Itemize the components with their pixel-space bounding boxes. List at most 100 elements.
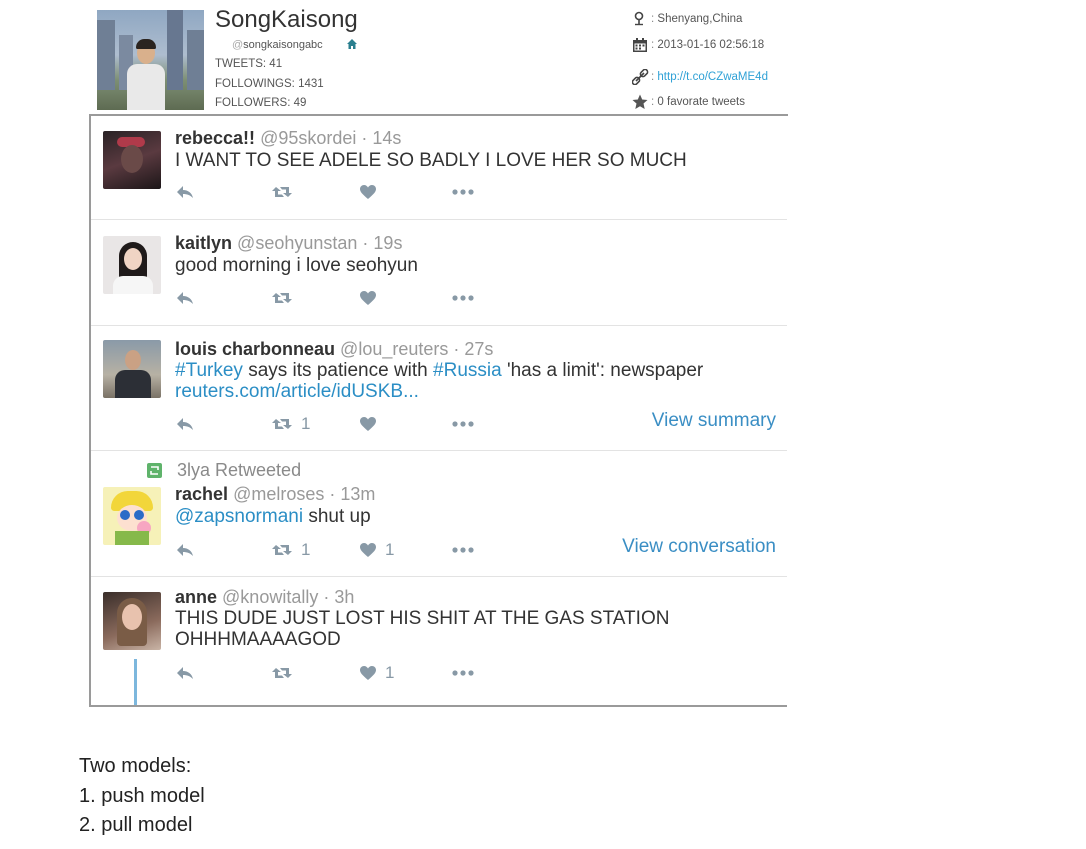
profile-avatar[interactable] <box>97 10 204 110</box>
tweet-author-handle[interactable]: @lou_reuters <box>340 339 448 359</box>
tweet-text: #Turkey says its patience with #Russia '… <box>175 360 703 381</box>
notes-block: Two models: 1. push model 2. pull model <box>79 752 205 841</box>
colon: : <box>651 71 655 84</box>
tweet-timestamp[interactable]: · 3h <box>323 587 354 607</box>
more-button[interactable] <box>451 663 475 683</box>
profile-handle-text: songkaisongabc <box>243 39 323 51</box>
tweet-avatar[interactable] <box>103 131 161 189</box>
tweet-item[interactable]: rebecca!! @95skordei · 14s I WANT TO SEE… <box>91 116 787 220</box>
like-count: 1 <box>385 663 395 682</box>
mention-link[interactable]: @zapsnormani <box>175 506 303 527</box>
more-button[interactable] <box>451 540 475 560</box>
favorites-row: : 0 favorate tweets <box>632 94 745 110</box>
tweet-timestamp[interactable]: · 27s <box>453 339 493 359</box>
reply-button[interactable] <box>175 414 195 434</box>
tweet-author-handle[interactable]: @95skordei <box>260 128 356 148</box>
hashtag-link[interactable]: #Russia <box>433 360 502 381</box>
followers-count: FOLLOWERS: 49 <box>215 97 307 109</box>
view-conversation-link[interactable]: View conversation <box>622 536 776 558</box>
tweet-author-name[interactable]: louis charbonneau <box>175 339 335 359</box>
retweet-icon <box>272 293 292 303</box>
colon: : <box>651 13 655 26</box>
retweet-button[interactable] <box>271 182 293 202</box>
tweet-item[interactable]: louis charbonneau @lou_reuters · 27s #Tu… <box>91 326 787 451</box>
location-row: : Shenyang,China <box>632 11 742 27</box>
tweet-author-handle[interactable]: @knowitally <box>222 587 318 607</box>
like-button[interactable]: 1 <box>359 663 394 683</box>
view-summary-link[interactable]: View summary <box>652 410 776 432</box>
tweet-avatar[interactable] <box>103 592 161 650</box>
tweet-text-part: 'has a limit': newspaper <box>501 360 704 381</box>
calendar-icon <box>633 38 647 52</box>
like-count: 1 <box>385 540 395 559</box>
retweet-icon <box>272 187 292 197</box>
more-button[interactable] <box>451 288 475 308</box>
more-button[interactable] <box>451 414 475 434</box>
like-button[interactable] <box>359 288 377 308</box>
tweet-author-name[interactable]: rebecca!! <box>175 128 255 148</box>
hashtag-link[interactable]: #Turkey <box>175 360 243 381</box>
link-row: : http://t.co/CZwaME4d <box>632 69 768 85</box>
tweet-actions <box>175 182 775 204</box>
retweet-button[interactable] <box>271 663 293 683</box>
tweet-text: THIS DUDE JUST LOST HIS SHIT AT THE GAS … <box>175 608 670 629</box>
tweet-avatar[interactable] <box>103 340 161 398</box>
tweet-author-handle[interactable]: @melroses <box>233 484 324 504</box>
notes-item-pull: 2. pull model <box>79 814 193 836</box>
tweet-avatar[interactable] <box>103 236 161 294</box>
profile-name: SongKaisong <box>215 6 358 33</box>
profile-joined-date: 2013-01-16 02:56:18 <box>657 39 765 52</box>
tweet-url-link[interactable]: reuters.com/article/idUSKB... <box>175 381 419 402</box>
tweet-actions: 1 <box>175 663 775 685</box>
heart-icon <box>360 417 376 431</box>
reply-button[interactable] <box>175 663 195 683</box>
tweet-item[interactable]: anne @knowitally · 3h THIS DUDE JUST LOS… <box>91 577 787 705</box>
tweet-author-name[interactable]: kaitlyn <box>175 233 232 253</box>
retweet-icon <box>272 668 292 678</box>
profile-location: Shenyang,China <box>657 13 743 26</box>
tweet-author-handle[interactable]: @seohyunstan <box>237 233 357 253</box>
tweet-text-line2: OHHHMAAAAGOD <box>175 629 341 650</box>
conversation-thread-line <box>134 659 137 705</box>
tweet-header: rachel @melroses · 13m <box>175 484 375 505</box>
tweet-author-name[interactable]: rachel <box>175 484 228 504</box>
tweet-timestamp[interactable]: · 13m <box>329 484 375 504</box>
reply-icon <box>177 292 193 304</box>
tweet-avatar[interactable] <box>103 487 161 545</box>
tweet-timestamp[interactable]: · 19s <box>362 233 402 253</box>
retweet-button[interactable] <box>271 288 293 308</box>
tweet-header: louis charbonneau @lou_reuters · 27s <box>175 339 493 360</box>
heart-icon <box>360 185 376 199</box>
tweet-item[interactable]: 3lya Retweeted rachel @melroses · 13m @z… <box>91 451 787 577</box>
like-button[interactable]: 1 <box>359 540 394 560</box>
retweet-button[interactable]: 1 <box>271 414 310 434</box>
tweet-timestamp[interactable]: · 14s <box>361 128 401 148</box>
more-button[interactable] <box>451 182 475 202</box>
timeline-panel[interactable]: rebecca!! @95skordei · 14s I WANT TO SEE… <box>89 114 787 707</box>
link-icon <box>632 69 649 85</box>
tweet-text-part: shut up <box>303 506 371 527</box>
notes-heading: Two models: <box>79 755 192 777</box>
reply-button[interactable] <box>175 540 195 560</box>
home-icon <box>347 39 357 49</box>
heart-icon <box>360 666 376 680</box>
reply-button[interactable] <box>175 288 195 308</box>
more-icon <box>452 421 474 427</box>
retweeted-by-label[interactable]: 3lya Retweeted <box>177 460 301 481</box>
notes-item-push: 1. push model <box>79 784 205 807</box>
more-icon <box>452 670 474 676</box>
like-button[interactable] <box>359 182 377 202</box>
more-icon <box>452 295 474 301</box>
profile-link[interactable]: http://t.co/CZwaME4d <box>657 71 768 83</box>
reply-button[interactable] <box>175 182 195 202</box>
retweet-button[interactable]: 1 <box>271 540 310 560</box>
joined-row: : 2013-01-16 02:56:18 <box>632 37 764 53</box>
like-button[interactable] <box>359 414 377 434</box>
retweet-indicator-icon <box>147 463 162 478</box>
tweet-header: rebecca!! @95skordei · 14s <box>175 128 401 149</box>
tweet-author-name[interactable]: anne <box>175 587 217 607</box>
tweet-item[interactable]: kaitlyn @seohyunstan · 19s good morning … <box>91 220 787 326</box>
heart-icon <box>360 291 376 305</box>
more-icon <box>452 189 474 195</box>
retweet-count: 1 <box>301 540 311 559</box>
